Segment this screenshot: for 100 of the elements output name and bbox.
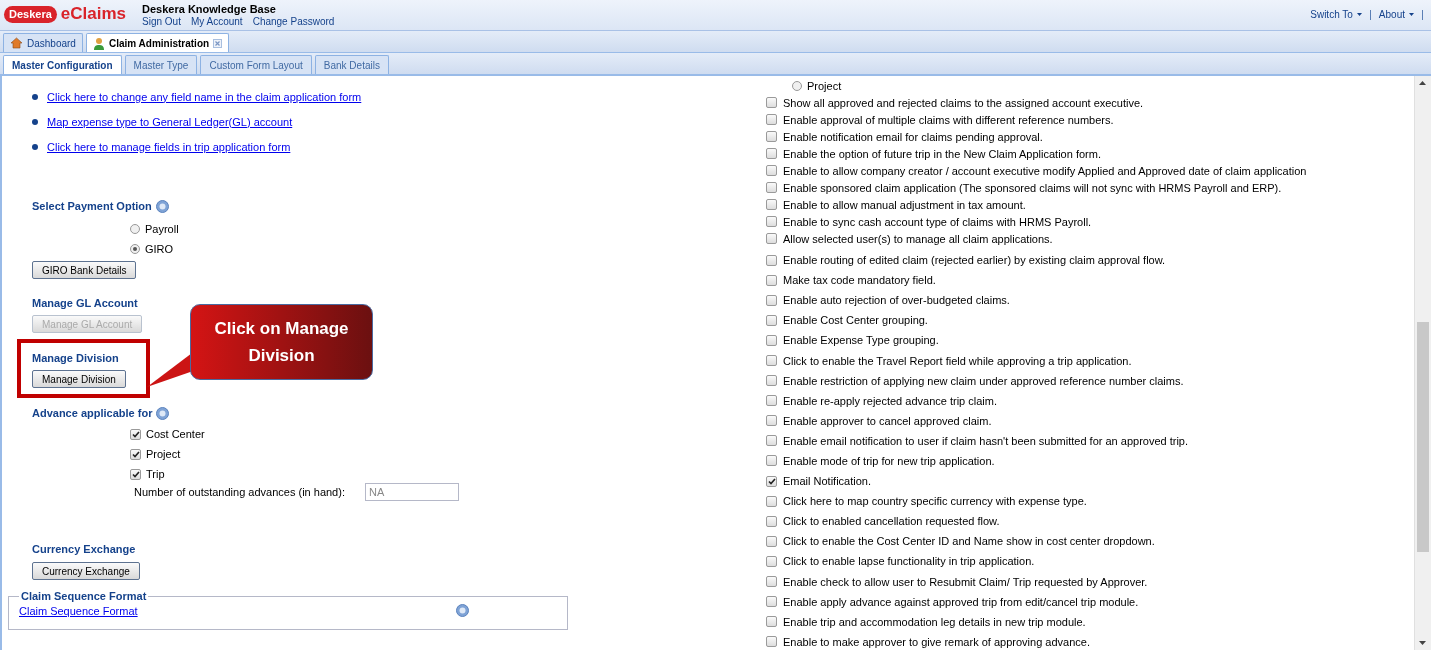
panel-title: Claim Sequence Format [20, 590, 148, 602]
checkbox[interactable] [766, 616, 777, 628]
tab[interactable]: Bank Details [314, 55, 389, 74]
check-icon [131, 470, 140, 478]
bullet-icon [32, 93, 38, 100]
checkbox[interactable] [766, 475, 777, 487]
checkbox-label: Enable restriction of applying new claim under approved reference number claims. [783, 374, 1184, 387]
checkbox[interactable] [766, 636, 777, 648]
checkbox-label: Enable Cost Center grouping. [783, 314, 928, 327]
radio-button[interactable] [792, 80, 802, 91]
checkbox[interactable] [766, 495, 777, 507]
bullet-icon [32, 118, 38, 125]
checkbox-label: Enable sponsored claim application (The sponsored claims will not sync with HRMS Payroll and ERP). [783, 181, 1282, 194]
caret-icon [1356, 13, 1362, 16]
checkbox-label: Enable approver to cancel approved claim. [783, 414, 992, 427]
giro-bank-details-button[interactable]: GIRO Bank Details [32, 261, 137, 279]
checkbox[interactable] [766, 274, 777, 286]
checkbox[interactable] [766, 216, 777, 227]
checkbox[interactable] [766, 515, 777, 527]
checkbox[interactable] [766, 576, 777, 588]
section-title: Select Payment Option [32, 200, 152, 212]
checkbox[interactable] [130, 428, 141, 440]
tab[interactable]: Dashboard [3, 33, 83, 52]
manage-division-button[interactable]: Manage Division [32, 370, 126, 388]
checkbox[interactable] [766, 596, 777, 608]
checkbox[interactable] [766, 375, 777, 387]
checkbox-label: Enable apply advance against approved trip from edit/cancel trip module. [783, 595, 1139, 608]
checkbox[interactable] [766, 182, 777, 193]
section-title: Manage Division [32, 352, 119, 364]
checkbox-label: Enable check to allow user to Resubmit Claim/ Trip requested by Approver. [783, 575, 1148, 588]
checkbox[interactable] [766, 334, 777, 346]
checkbox-label: Show all approved and rejected claims to the assigned account executive. [783, 96, 1144, 109]
header-link[interactable]: Sign Out [142, 16, 181, 27]
checkbox[interactable] [766, 294, 777, 306]
logo-brand: Deskera [4, 5, 57, 23]
check-icon [131, 450, 140, 458]
header-link[interactable]: Change Password [252, 16, 335, 27]
radio-label: Project [807, 79, 842, 92]
checkbox-label: Enable routing of edited claim (rejected earlier) by existing claim approval flow. [783, 254, 1166, 267]
close-icon[interactable] [213, 38, 223, 48]
claim-sequence-link[interactable]: Claim Sequence Format [19, 604, 138, 617]
help-icon[interactable] [456, 604, 469, 617]
checkbox[interactable] [766, 314, 777, 326]
site-title: Deskera Knowledge Base [142, 3, 277, 15]
help-icon[interactable] [156, 406, 170, 420]
checkbox[interactable] [766, 199, 777, 210]
checkbox[interactable] [766, 114, 777, 125]
help-icon[interactable] [155, 199, 169, 213]
tab[interactable]: Master Type [124, 55, 198, 74]
section-title: Currency Exchange [32, 543, 136, 555]
checkbox-label: Enable auto rejection of over-budgeted claims. [783, 294, 1010, 307]
config-link[interactable]: Click here to manage fields in trip application form [47, 140, 291, 153]
checkbox[interactable] [766, 415, 777, 427]
header-link[interactable]: My Account [190, 16, 243, 27]
header-menu[interactable]: About [1378, 9, 1414, 20]
config-link[interactable]: Click here to change any field name in the claim application form [47, 90, 362, 103]
checkbox-label: Project [146, 448, 181, 460]
checkbox-label: Enable the option of future trip in the New Claim Application form. [783, 147, 1101, 160]
header-menu[interactable]: Switch To [1310, 9, 1362, 20]
checkbox-label: Click to enable lapse functionality in trip application. [783, 555, 1035, 568]
checkbox-label: Cost Center [146, 428, 205, 440]
radio-button[interactable] [130, 224, 140, 234]
radio-button[interactable] [130, 244, 140, 254]
checkbox[interactable] [130, 448, 141, 460]
checkbox-label: Make tax code mandatory field. [783, 274, 936, 287]
tab[interactable]: Custom Form Layout [200, 55, 312, 74]
checkbox[interactable] [766, 455, 777, 467]
check-icon [767, 477, 776, 485]
checkbox[interactable] [766, 555, 777, 567]
checkbox-label: Click to enable the Cost Center ID and Name show in cost center dropdown. [783, 535, 1155, 548]
checkbox[interactable] [766, 254, 777, 266]
checkbox-label: Enable to allow company creator / account executive modify Applied and Approved date of claim application [783, 164, 1307, 177]
config-link[interactable]: Map expense type to General Ledger(GL) account [47, 115, 293, 128]
checkbox[interactable] [766, 97, 777, 108]
checkbox[interactable] [766, 131, 777, 142]
caret-icon [1409, 13, 1414, 16]
checkbox[interactable] [766, 435, 777, 447]
currency-exchange-button[interactable]: Currency Exchange [32, 562, 140, 580]
radio-label: GIRO [145, 243, 174, 255]
outstanding-advances-field[interactable]: NA [364, 483, 459, 501]
checkbox[interactable] [766, 395, 777, 407]
tab[interactable]: Master Configuration [3, 55, 122, 74]
checkbox[interactable] [130, 468, 141, 480]
scrollbar[interactable] [1414, 76, 1431, 650]
scroll-down-icon[interactable] [1419, 641, 1426, 645]
checkbox[interactable] [766, 165, 777, 176]
scroll-up-icon[interactable] [1419, 81, 1426, 85]
checkbox-label: Enable notification email for claims pending approval. [783, 130, 1043, 143]
checkbox[interactable] [766, 148, 777, 159]
checkbox[interactable] [766, 535, 777, 547]
checkbox-label: Enable email notification to user if claim hasn't been submitted for an approved trip. [783, 434, 1189, 447]
logo-product-name: eClaims [60, 4, 127, 24]
checkbox-label: Click to enable the Travel Report field while approving a trip application. [783, 354, 1132, 367]
field-label: Number of outstanding advances (in hand): [134, 486, 345, 498]
checkbox-label: Email Notification. [783, 475, 872, 488]
section-title: Advance applicable for [32, 407, 153, 419]
check-icon [131, 430, 140, 438]
tab[interactable]: Claim Administration [85, 33, 230, 52]
checkbox[interactable] [766, 233, 777, 244]
checkbox[interactable] [766, 355, 777, 366]
